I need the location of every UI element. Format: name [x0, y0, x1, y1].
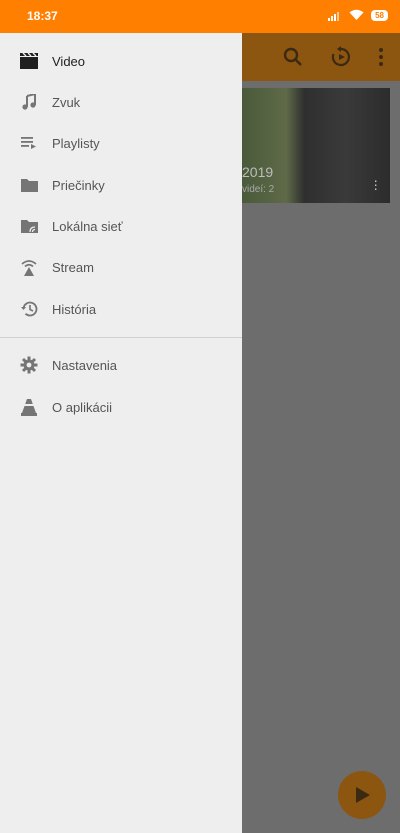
- status-bar: 18:37 58: [0, 0, 400, 33]
- drawer-item-label: Zvuk: [52, 94, 81, 110]
- video-icon: [20, 52, 38, 70]
- status-icons: 58: [328, 9, 388, 21]
- antenna-icon: [20, 258, 38, 276]
- signal-icon: [328, 11, 340, 21]
- drawer-divider: [0, 337, 242, 338]
- playlist-icon: [20, 134, 38, 152]
- navigation-drawer: Video Zvuk Playlisty Priečinky Lokálna s…: [0, 33, 242, 833]
- resume-playback-icon[interactable]: [329, 45, 353, 69]
- music-note-icon: [20, 93, 38, 111]
- folder-icon: [20, 176, 38, 194]
- card-more-icon[interactable]: · · ·: [373, 173, 378, 195]
- drawer-item-stream[interactable]: Stream: [0, 247, 242, 287]
- video-folder-card[interactable]: 2019 videí: 2 · · ·: [242, 88, 390, 203]
- card-title: 2019: [242, 164, 274, 180]
- search-icon[interactable]: [281, 45, 305, 69]
- drawer-item-about[interactable]: O aplikácii: [0, 387, 242, 427]
- play-icon: [356, 787, 370, 803]
- drawer-item-local-network[interactable]: Lokálna sieť: [0, 206, 242, 246]
- drawer-item-settings[interactable]: Nastavenia: [0, 345, 242, 385]
- drawer-item-history[interactable]: História: [0, 289, 242, 329]
- drawer-item-label: Nastavenia: [52, 357, 118, 373]
- battery-indicator: 58: [371, 9, 388, 21]
- history-icon: [20, 300, 38, 318]
- drawer-item-label: Video: [52, 53, 86, 69]
- drawer-item-video[interactable]: Video: [0, 41, 242, 81]
- status-time: 18:37: [27, 9, 58, 23]
- drawer-item-label: História: [52, 301, 97, 317]
- vlc-cone-icon: [20, 398, 38, 416]
- drawer-item-label: O aplikácii: [52, 399, 112, 415]
- play-fab[interactable]: [338, 771, 386, 819]
- more-options-icon[interactable]: [369, 45, 393, 69]
- drawer-item-audio[interactable]: Zvuk: [0, 82, 242, 122]
- network-folder-icon: [20, 217, 38, 235]
- drawer-item-label: Lokálna sieť: [52, 218, 123, 234]
- drawer-item-folders[interactable]: Priečinky: [0, 165, 242, 205]
- drawer-item-label: Stream: [52, 259, 94, 275]
- card-subtitle: videí: 2: [242, 184, 275, 195]
- drawer-item-label: Priečinky: [52, 177, 105, 193]
- wifi-icon: [349, 9, 364, 20]
- drawer-item-label: Playlisty: [52, 135, 100, 151]
- drawer-item-playlists[interactable]: Playlisty: [0, 123, 242, 163]
- gear-icon: [20, 356, 38, 374]
